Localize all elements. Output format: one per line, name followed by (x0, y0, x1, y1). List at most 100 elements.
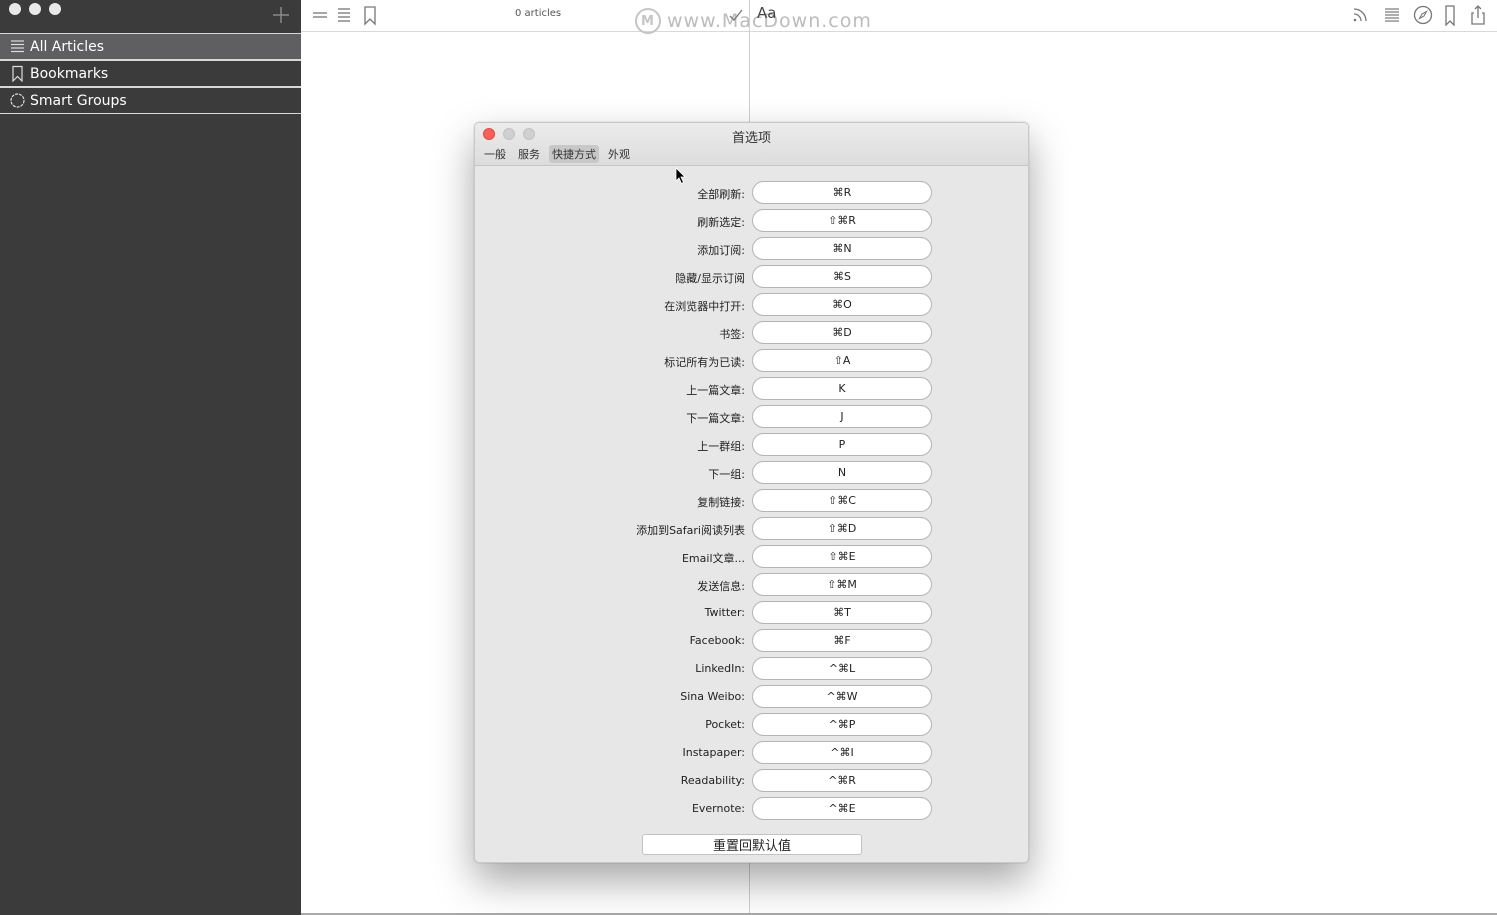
dialog-header: 首选项 一般 服务 快捷方式 外观 (475, 123, 1028, 166)
shortcut-key-field[interactable]: ⇧⌘E (752, 545, 932, 568)
shortcut-label: 添加到Safari阅读列表 (636, 524, 745, 537)
shortcut-key-field[interactable]: ^⌘I (752, 741, 932, 764)
shortcut-row: Email文章... ⇧⌘E (475, 544, 1028, 572)
shortcut-label: 隐藏/显示订阅 (675, 272, 745, 285)
shortcut-row: 发送信息: ⇧⌘M (475, 572, 1028, 600)
shortcut-row: 上一篇文章: K (475, 376, 1028, 404)
shortcut-row: Readability: ^⌘R (475, 768, 1028, 796)
article-count: 0 articles (515, 8, 562, 19)
shortcut-row: Evernote: ^⌘E (475, 796, 1028, 824)
sidebar-item-label: Bookmarks (30, 65, 109, 82)
shortcut-row: 下一篇文章: J (475, 404, 1028, 432)
dialog-title: 首选项 (731, 131, 771, 146)
shortcut-row: 添加到Safari阅读列表 ⇧⌘D (475, 516, 1028, 544)
shortcut-row: LinkedIn: ^⌘L (475, 656, 1028, 684)
shortcut-label: 下一组: (708, 468, 745, 481)
close-window-button[interactable] (9, 3, 21, 15)
shortcut-label: 复制链接: (697, 496, 745, 509)
shortcut-key-field[interactable]: ^⌘L (752, 657, 932, 680)
tab-services[interactable]: 服务 (515, 145, 543, 163)
preferences-dialog: 首选项 一般 服务 快捷方式 外观 全部刷新: ⌘R 刷新选定: ⇧⌘R 添加订阅: ⌘N… (474, 122, 1029, 863)
shortcut-row: Instapaper: ^⌘I (475, 740, 1028, 768)
sidebar-item-bookmarks[interactable]: Bookmarks (0, 60, 301, 87)
window-controls (9, 3, 61, 15)
reset-defaults-button[interactable]: 重置回默认值 (642, 834, 862, 855)
minimize-window-button[interactable] (29, 3, 41, 15)
bookmark-icon[interactable] (359, 4, 381, 26)
shortcut-key-field[interactable]: ⌘T (752, 601, 932, 624)
shortcut-label: Email文章... (681, 552, 745, 565)
shortcut-key-field[interactable]: ⌘O (752, 293, 932, 316)
sidebar-nav: All Articles Bookmarks Smart Groups (0, 33, 301, 114)
shortcut-key-field[interactable]: ⌘S (752, 265, 932, 288)
watermark-logo: M (635, 8, 661, 34)
shortcut-label: 书签: (719, 328, 745, 341)
text-view-icon[interactable] (1381, 4, 1403, 26)
shortcut-row: 隐藏/显示订阅 ⌘S (475, 264, 1028, 292)
sidebar-item-smart-groups[interactable]: Smart Groups (0, 87, 301, 114)
shortcut-label: Pocket: (705, 718, 745, 731)
shortcut-key-field[interactable]: N (752, 461, 932, 484)
shortcut-label: Instapaper: (682, 746, 745, 759)
shortcut-row: 标记所有为已读: ⇧A (475, 348, 1028, 376)
shortcut-label: 标记所有为已读: (664, 356, 745, 369)
shortcut-key-field[interactable]: K (752, 377, 932, 400)
shortcut-row: 书签: ⌘D (475, 320, 1028, 348)
shortcut-key-field[interactable]: J (752, 405, 932, 428)
shortcut-key-field[interactable]: ⇧A (752, 349, 932, 372)
shortcut-row: 全部刷新: ⌘R (475, 180, 1028, 208)
watermark: M www.MacDown.com (635, 8, 872, 34)
shortcut-label: Twitter: (704, 606, 745, 619)
shortcut-list: 全部刷新: ⌘R 刷新选定: ⇧⌘R 添加订阅: ⌘N 隐藏/显示订阅 ⌘S 在浏览器中打开: ⌘… (475, 180, 1028, 824)
list-icon (11, 40, 24, 53)
shortcut-row: 上一群组: P (475, 432, 1028, 460)
toolbar: 0 articles M www.MacDown.com Aa (301, 0, 1497, 34)
shortcut-key-field[interactable]: ⌘D (752, 321, 932, 344)
shortcut-key-field[interactable]: ⌘F (752, 629, 932, 652)
checkmark-icon[interactable] (725, 4, 747, 26)
tab-shortcuts[interactable]: 快捷方式 (549, 145, 599, 163)
list-icon[interactable] (333, 4, 355, 26)
shortcut-key-field[interactable]: ^⌘W (752, 685, 932, 708)
sidebar: All Articles Bookmarks Smart Groups (0, 0, 301, 915)
shortcut-key-field[interactable]: ^⌘E (752, 797, 932, 820)
shortcut-key-field[interactable]: ⇧⌘R (752, 209, 932, 232)
plus-icon[interactable] (271, 5, 291, 25)
shortcut-label: LinkedIn: (695, 662, 745, 675)
shortcut-row: 添加订阅: ⌘N (475, 236, 1028, 264)
menu-lines-icon[interactable] (309, 4, 331, 26)
shortcut-label: 上一群组: (697, 440, 745, 453)
shortcut-row: 刷新选定: ⇧⌘R (475, 208, 1028, 236)
shortcut-label: Facebook: (689, 634, 745, 647)
shortcut-key-field[interactable]: ^⌘R (752, 769, 932, 792)
shortcut-row: 在浏览器中打开: ⌘O (475, 292, 1028, 320)
tab-appearance[interactable]: 外观 (605, 145, 633, 163)
shortcut-key-field[interactable]: P (752, 433, 932, 456)
compass-icon[interactable] (1412, 4, 1434, 26)
bookmark-icon[interactable] (1439, 4, 1461, 26)
shortcut-label: 上一篇文章: (686, 384, 745, 397)
shortcut-key-field[interactable]: ^⌘P (752, 713, 932, 736)
shortcut-key-field[interactable]: ⇧⌘M (752, 573, 932, 596)
shortcut-label: 刷新选定: (697, 216, 745, 229)
shortcut-row: Pocket: ^⌘P (475, 712, 1028, 740)
shortcut-key-field[interactable]: ⌘N (752, 237, 932, 260)
tab-general[interactable]: 一般 (481, 145, 509, 163)
shortcut-key-field[interactable]: ⇧⌘D (752, 517, 932, 540)
shortcut-label: 添加订阅: (697, 244, 745, 257)
shortcut-key-field[interactable]: ⌘R (752, 181, 932, 204)
bookmark-icon (12, 65, 23, 82)
shortcut-row: Twitter: ⌘T (475, 600, 1028, 628)
share-icon[interactable] (1467, 4, 1489, 26)
rss-icon[interactable] (1349, 4, 1371, 26)
sidebar-item-all-articles[interactable]: All Articles (0, 33, 301, 60)
sidebar-item-label: Smart Groups (30, 92, 127, 109)
shortcut-row: 复制链接: ⇧⌘C (475, 488, 1028, 516)
font-settings-button[interactable]: Aa (757, 4, 776, 22)
gear-icon (10, 93, 25, 108)
zoom-window-button[interactable] (49, 3, 61, 15)
sidebar-item-label: All Articles (30, 38, 105, 55)
shortcut-label: Evernote: (691, 802, 745, 815)
shortcut-label: Readability: (680, 774, 745, 787)
shortcut-key-field[interactable]: ⇧⌘C (752, 489, 932, 512)
